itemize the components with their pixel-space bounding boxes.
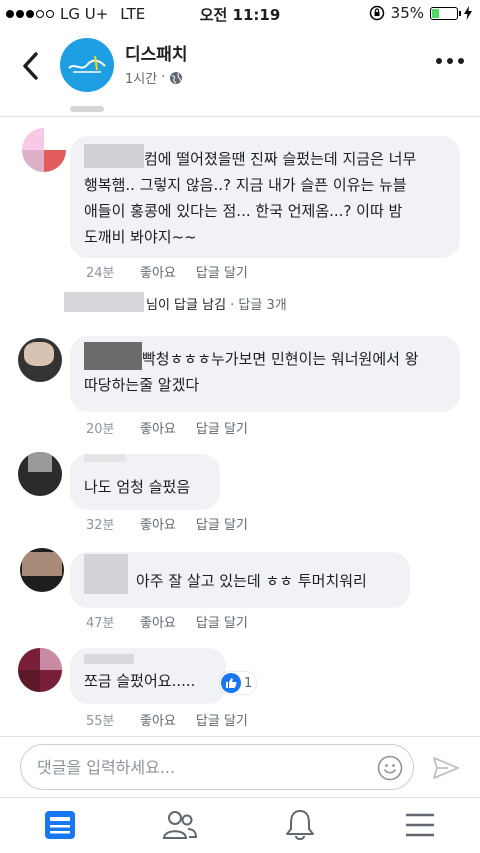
reply-button[interactable]: 답글 달기 <box>196 514 248 533</box>
commenter-avatar[interactable] <box>18 648 62 692</box>
like-button[interactable]: 좋아요 <box>140 418 176 437</box>
reply-button[interactable]: 답글 달기 <box>196 262 248 281</box>
globe-icon <box>170 71 183 84</box>
comment-time: 20분 <box>86 422 115 437</box>
like-button[interactable]: 좋아요 <box>140 262 176 281</box>
comment-text-line: 따당하는줄 알겠다 <box>84 376 200 394</box>
status-bar: LG U+ LTE 오전 11:19 35% <box>0 0 480 28</box>
commenter-avatar[interactable] <box>18 452 62 496</box>
post-header: 디스패치 1시간 · <box>0 28 480 110</box>
comment-actions: 32분 좋아요 답글 달기 <box>86 514 268 533</box>
tab-bar <box>0 797 480 853</box>
comment-bubble[interactable]: 아주 잘 살고 있는데 ㅎㅎ 투머치워리 <box>70 552 410 608</box>
page-name[interactable]: 디스패치 <box>125 40 188 65</box>
comment-input[interactable] <box>37 757 337 777</box>
comment-bubble[interactable]: 쪼금 슬펐어요..... <box>70 648 226 704</box>
thumbs-up-icon <box>221 673 241 693</box>
like-button[interactable]: 좋아요 <box>140 710 176 729</box>
comment-time: 24분 <box>86 266 115 281</box>
notifications-bell-icon[interactable] <box>282 808 318 842</box>
reply-button[interactable]: 답글 달기 <box>196 418 248 437</box>
reaction-badge[interactable]: 1 <box>220 672 257 694</box>
charging-icon <box>464 6 472 20</box>
comment-text-line: 애들이 홍콩에 있다는 점... 한국 언제옴...? 이따 밤 <box>84 202 403 220</box>
redacted-name <box>84 654 134 664</box>
redacted-name <box>84 554 128 594</box>
comment-bubble[interactable]: 나도 엄청 슬펐음 <box>70 454 220 510</box>
menu-icon[interactable] <box>402 808 438 842</box>
commenter-avatar[interactable] <box>22 128 66 172</box>
commenter-avatar[interactable] <box>18 338 62 382</box>
comment-text-line: 아주 잘 살고 있는데 ㅎㅎ 투머치워리 <box>136 572 367 590</box>
page-avatar[interactable] <box>60 38 114 92</box>
reply-button[interactable]: 답글 달기 <box>196 710 248 729</box>
battery-icon <box>430 6 461 20</box>
like-button[interactable]: 좋아요 <box>140 514 176 533</box>
reply-count: · 답글 3개 <box>230 298 287 313</box>
comment-actions: 47분 좋아요 답글 달기 <box>86 612 268 631</box>
commenter-avatar[interactable] <box>20 548 64 592</box>
header-divider <box>0 116 480 117</box>
friends-icon[interactable] <box>162 808 198 842</box>
rotation-lock-icon <box>369 5 384 21</box>
page-logo-icon <box>68 55 106 73</box>
post-time: 1시간 <box>125 72 158 87</box>
comment-time: 32분 <box>86 518 115 533</box>
like-button[interactable]: 좋아요 <box>140 612 176 631</box>
back-arrow-icon[interactable] <box>18 48 44 84</box>
composer-divider <box>0 736 480 737</box>
reply-button[interactable]: 답글 달기 <box>196 612 248 631</box>
post-meta: 1시간 · <box>125 68 183 87</box>
reply-summary[interactable]: 님이 답글 남김 · 답글 3개 <box>146 294 287 313</box>
comment-time: 55분 <box>86 714 115 729</box>
comment-bubble[interactable]: 컴에 떨어졌을땐 진짜 슬펐는데 지금은 너무 행복햄.. 그렇지 않음..? … <box>70 136 460 258</box>
comment-actions: 20분 좋아요 답글 달기 <box>86 418 268 437</box>
reply-summary-text: 님이 답글 남김 <box>146 298 227 313</box>
hidden-content-peek <box>70 106 104 112</box>
comment-actions: 55분 좋아요 답글 달기 <box>86 710 268 729</box>
comment-text-line: 나도 엄청 슬펐음 <box>84 478 191 496</box>
redacted-name <box>84 144 144 168</box>
redacted-name <box>84 342 142 370</box>
battery-percent: 35% <box>390 4 424 22</box>
comment-bubble[interactable]: 빡청ㅎㅎㅎ누가보면 민현이는 워너원에서 왕 따당하는줄 알겠다 <box>70 336 460 412</box>
emoji-icon[interactable] <box>377 755 403 781</box>
redacted-replier <box>64 292 144 312</box>
send-icon[interactable] <box>432 756 460 780</box>
more-options-button[interactable] <box>436 58 464 64</box>
comment-text-line: 행복햄.. 그렇지 않음..? 지금 내가 슬픈 이유는 뉴블 <box>84 176 407 194</box>
comment-composer[interactable] <box>20 744 414 790</box>
comment-time: 47분 <box>86 616 115 631</box>
redacted-name <box>84 454 126 462</box>
comment-actions: 24분 좋아요 답글 달기 <box>86 262 268 281</box>
news-feed-icon[interactable] <box>42 808 78 842</box>
reaction-count: 1 <box>244 675 253 691</box>
comment-text-line: 도깨비 봐야지~~ <box>84 228 197 246</box>
